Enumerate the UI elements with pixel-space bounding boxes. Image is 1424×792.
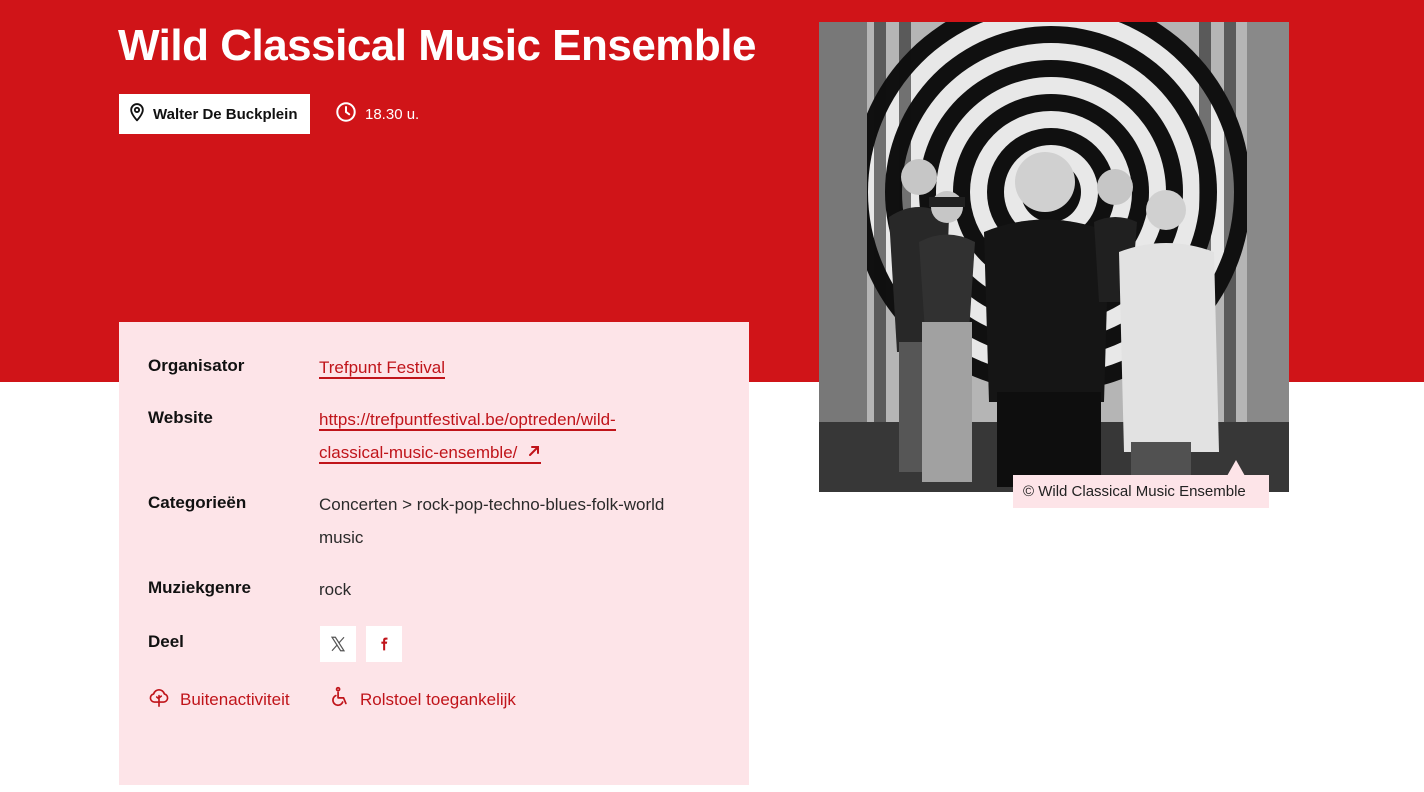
- outdoor-tag[interactable]: Buitenactiviteit: [148, 686, 290, 713]
- event-photo: [819, 22, 1289, 492]
- categories-line1: Concerten > rock-pop-techno-blues-folk-w…: [319, 495, 665, 514]
- event-time: 18.30 u.: [335, 101, 419, 127]
- organizer-label: Organisator: [148, 356, 245, 375]
- location-chip[interactable]: Walter De Buckplein: [119, 94, 310, 134]
- location-label: Walter De Buckplein: [153, 105, 298, 123]
- time-label: 18.30 u.: [365, 105, 420, 123]
- caption-notch: [1227, 460, 1245, 476]
- genre-label: Muziekgenre: [148, 578, 251, 597]
- external-link-icon: [528, 446, 539, 456]
- outdoor-tag-label: Buitenactiviteit: [180, 689, 290, 709]
- x-twitter-icon: [330, 636, 346, 652]
- categories-label: Categorieën: [148, 493, 247, 512]
- genre-value: rock: [319, 580, 352, 599]
- organizer-link[interactable]: Trefpunt Festival: [319, 358, 445, 379]
- categories-line2: music: [319, 528, 364, 547]
- event-title: Wild Classical Music Ensemble: [118, 21, 757, 70]
- photo-caption: © Wild Classical Music Ensemble: [1013, 475, 1269, 508]
- share-x-button[interactable]: [320, 626, 356, 662]
- categories-value: Concerten > rock-pop-techno-blues-folk-w…: [319, 488, 719, 554]
- website-link[interactable]: https://trefpuntfestival.be/optreden/wil…: [319, 410, 616, 464]
- wheelchair-icon: [328, 686, 350, 713]
- clock-icon: [335, 101, 357, 127]
- facebook-icon: [381, 637, 388, 651]
- share-label: Deel: [148, 632, 184, 651]
- share-facebook-button[interactable]: [366, 626, 402, 662]
- wheelchair-tag-label: Rolstoel toegankelijk: [360, 689, 516, 709]
- tree-icon: [148, 686, 170, 713]
- website-link-line1: https://trefpuntfestival.be/optreden/wil…: [319, 410, 616, 429]
- organizer-value: Trefpunt Festival: [319, 351, 445, 384]
- website-label: Website: [148, 408, 213, 427]
- map-pin-icon: [127, 102, 147, 127]
- wheelchair-tag[interactable]: Rolstoel toegankelijk: [328, 686, 516, 713]
- website-link-line2: classical-music-ensemble/: [319, 443, 518, 462]
- event-details-card: Organisator Trefpunt Festival Website ht…: [119, 322, 749, 785]
- website-value: https://trefpuntfestival.be/optreden/wil…: [319, 403, 719, 469]
